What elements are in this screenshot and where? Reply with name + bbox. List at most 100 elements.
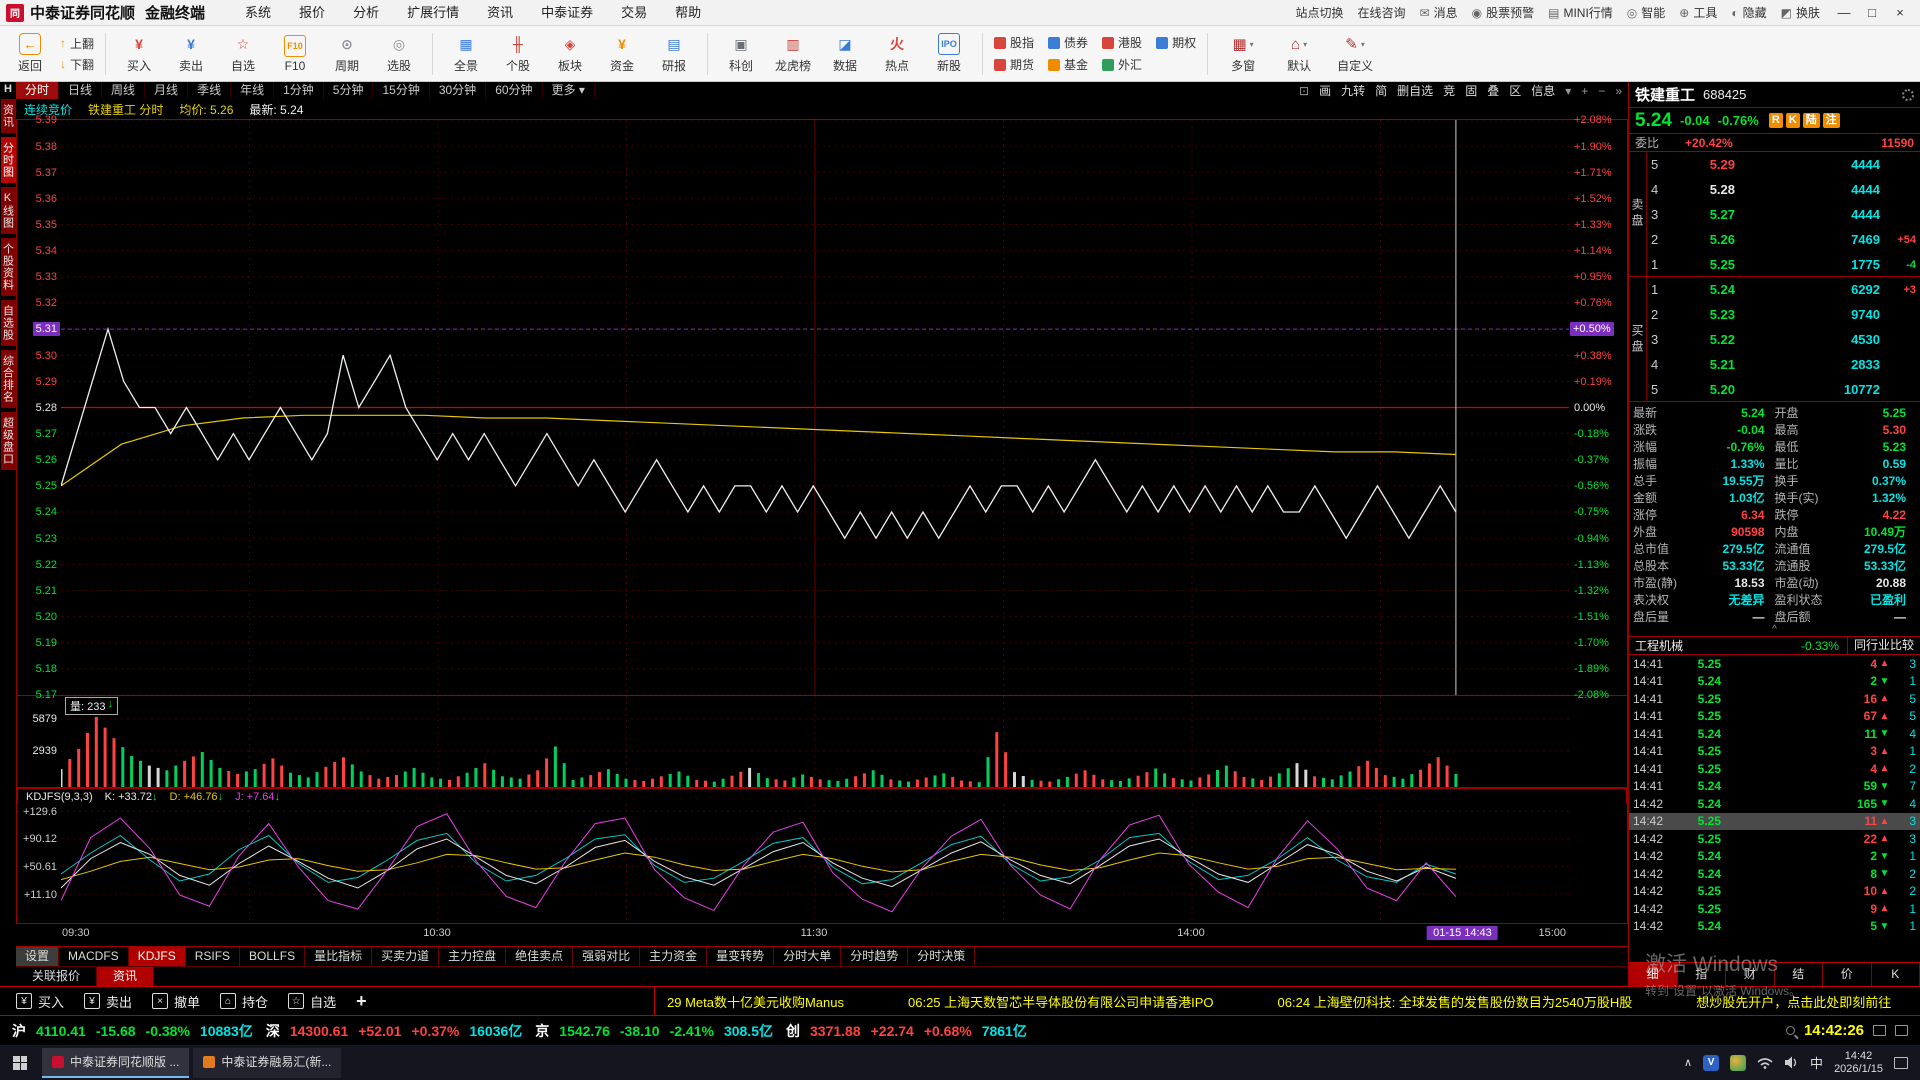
stock-badge[interactable]: R [1769,113,1783,128]
order-book-row[interactable]: 15.251775-4 [1647,252,1920,277]
menu-item[interactable]: 中泰证券 [527,0,607,25]
tray-clock[interactable]: 14:42 2026/1/15 [1834,1050,1883,1076]
indicator-tab[interactable]: 主力资金 [640,947,707,966]
chart-tool[interactable]: 画 [1319,82,1331,99]
period-tab[interactable]: 30分钟 [430,82,486,99]
tick-row[interactable]: 14:415.2411▼4 [1629,725,1920,743]
indicator-tab[interactable]: MACDFS [59,947,129,966]
sidebar-item[interactable]: 超级盘口 [1,412,16,470]
quick-item[interactable]: ⊕工具 [1679,4,1717,21]
tick-row[interactable]: 14:425.24165▼4 [1629,795,1920,813]
taskbar-app[interactable]: 中泰证券同花顺版 ... [42,1048,189,1078]
quick-item[interactable]: ◎智能 [1627,4,1666,21]
chart-tool-icon[interactable]: ▾ [1565,84,1571,98]
ticker-item[interactable]: 29 Meta数十亿美元收购Manus [667,995,844,1010]
sidebar-item[interactable]: 分时图 [1,137,16,183]
order-book-row[interactable]: 55.294444 [1647,152,1920,177]
indicator-tab[interactable]: KDJFS [129,947,186,966]
quote-tab[interactable]: 价 [1823,963,1872,986]
notification-icon[interactable] [1894,1057,1908,1069]
toolbar-button[interactable]: ◈板块 [544,33,596,74]
industry-compare-link[interactable]: 同行业比较 [1847,637,1920,654]
indicator-tab[interactable]: 量变转势 [707,947,774,966]
market-shortcut[interactable]: 期权 [1156,34,1196,51]
pager-button[interactable]: ↓下翻 [60,56,94,73]
chart-tool-icon[interactable]: + [1581,84,1588,98]
menu-item[interactable]: 扩展行情 [393,0,473,25]
toolbar-button[interactable]: ☆自选 [217,33,269,74]
taskbar-app[interactable]: 中泰证券融易汇(新... [193,1048,341,1078]
period-tab[interactable]: 1分钟 [274,82,324,99]
period-tab[interactable]: 更多 ▾ [543,82,595,99]
order-book-row[interactable]: 35.224530 [1647,327,1920,352]
chart-tool[interactable]: 固 [1465,82,1477,99]
indicator-tab[interactable]: 主力控盘 [439,947,506,966]
tick-row[interactable]: 14:415.2459▼7 [1629,778,1920,796]
chart-tool[interactable]: 信息 [1531,82,1555,99]
toolbar-button[interactable]: ⊙周期 [321,33,373,74]
period-tab[interactable]: 季线 [188,82,231,99]
tick-row[interactable]: 14:425.259▲1 [1629,900,1920,918]
chart-tool[interactable]: 区 [1509,82,1521,99]
quick-item[interactable]: 在线咨询 [1358,4,1406,21]
toolbar-button[interactable]: 火热点 [871,33,923,74]
market-shortcut[interactable]: 债券 [1048,34,1088,51]
industry-row[interactable]: 工程机械 -0.33% 同行业比较 [1629,637,1920,655]
toolbar-button[interactable]: ╫个股 [492,33,544,74]
minimize-icon[interactable]: — [1830,1,1858,25]
toolbar-button[interactable]: ¥资金 [596,33,648,74]
menu-item[interactable]: 报价 [285,0,339,25]
trade-button[interactable]: ×撤单 [152,992,200,1011]
quote-tab[interactable]: 财 [1726,963,1775,986]
speaker-icon[interactable] [1784,1056,1799,1069]
menu-item[interactable]: 资讯 [473,0,527,25]
kdj-title[interactable]: KDJFS(9,3,3) [26,791,93,803]
trade-button[interactable]: ¥买入 [16,992,64,1011]
tray-expand-icon[interactable]: ∧ [1684,1056,1692,1069]
index-item[interactable]: 沪4110.41-15.68-0.38%10883亿 [12,1021,253,1041]
sidebar-item[interactable]: 资讯 [1,99,16,133]
menu-item[interactable]: 分析 [339,0,393,25]
toolbar-button[interactable]: IPO新股 [923,33,975,74]
period-tab[interactable]: 15分钟 [373,82,429,99]
tick-row[interactable]: 14:425.2522▲3 [1629,830,1920,848]
order-book-row[interactable]: 35.274444 [1647,202,1920,227]
wifi-icon[interactable] [1757,1057,1773,1069]
stock-badge[interactable]: 陆 [1803,113,1820,128]
ticker-item[interactable]: 想炒股先开户，点击此处即刻前往 [1696,995,1891,1010]
toolbar-button[interactable]: F10F10 [269,35,321,73]
gear-icon[interactable] [1902,89,1914,101]
browser-icon[interactable] [1730,1055,1746,1071]
stock-badge[interactable]: 注 [1823,113,1840,128]
chart-tool[interactable]: 删自选 [1397,82,1433,99]
indicator-tab[interactable]: 绝佳卖点 [506,947,573,966]
pager-button[interactable]: ↑上翻 [60,35,94,52]
quote-tab[interactable]: 细 [1629,963,1678,986]
market-shortcut[interactable]: 股指 [994,34,1034,51]
popup-icon[interactable] [1895,1025,1908,1036]
indicator-tab[interactable]: 分时大单 [774,947,841,966]
market-shortcut[interactable]: 基金 [1048,56,1088,73]
view-button[interactable]: ▦▾多窗 [1215,33,1271,74]
tick-row[interactable]: 14:425.2510▲2 [1629,883,1920,901]
chart-tool[interactable]: 竞 [1443,82,1455,99]
menu-item[interactable]: 交易 [607,0,661,25]
period-tab[interactable]: 5分钟 [324,82,374,99]
indicator-tab[interactable]: 强弱对比 [573,947,640,966]
indicator-tab[interactable]: RSIFS [186,947,240,966]
industry-name[interactable]: 工程机械 [1629,637,1683,654]
market-shortcut[interactable]: 期货 [994,56,1034,73]
wps-icon[interactable]: V [1703,1055,1719,1071]
sub-tab[interactable]: 关联报价 [16,967,97,986]
ticker-item[interactable]: 06:24 上海壁仞科技: 全球发售的发售股份数目为2540万股H股 [1278,995,1633,1010]
toolbar-button[interactable]: ◎选股 [373,33,425,74]
toolbar-button[interactable]: ◪数据 [819,33,871,74]
menu-item[interactable]: 帮助 [661,0,715,25]
toolbar-button[interactable]: ¥买入 [113,33,165,74]
toolbar-button[interactable]: ▤研报 [648,33,700,74]
trade-button[interactable]: ☆自选 [288,992,336,1011]
order-book-row[interactable]: 15.246292+3 [1647,277,1920,302]
quick-item[interactable]: ▤MINI行情 [1548,4,1613,21]
sub-tab[interactable]: 资讯 [97,967,154,986]
quick-item[interactable]: ◩换肤 [1781,4,1820,21]
